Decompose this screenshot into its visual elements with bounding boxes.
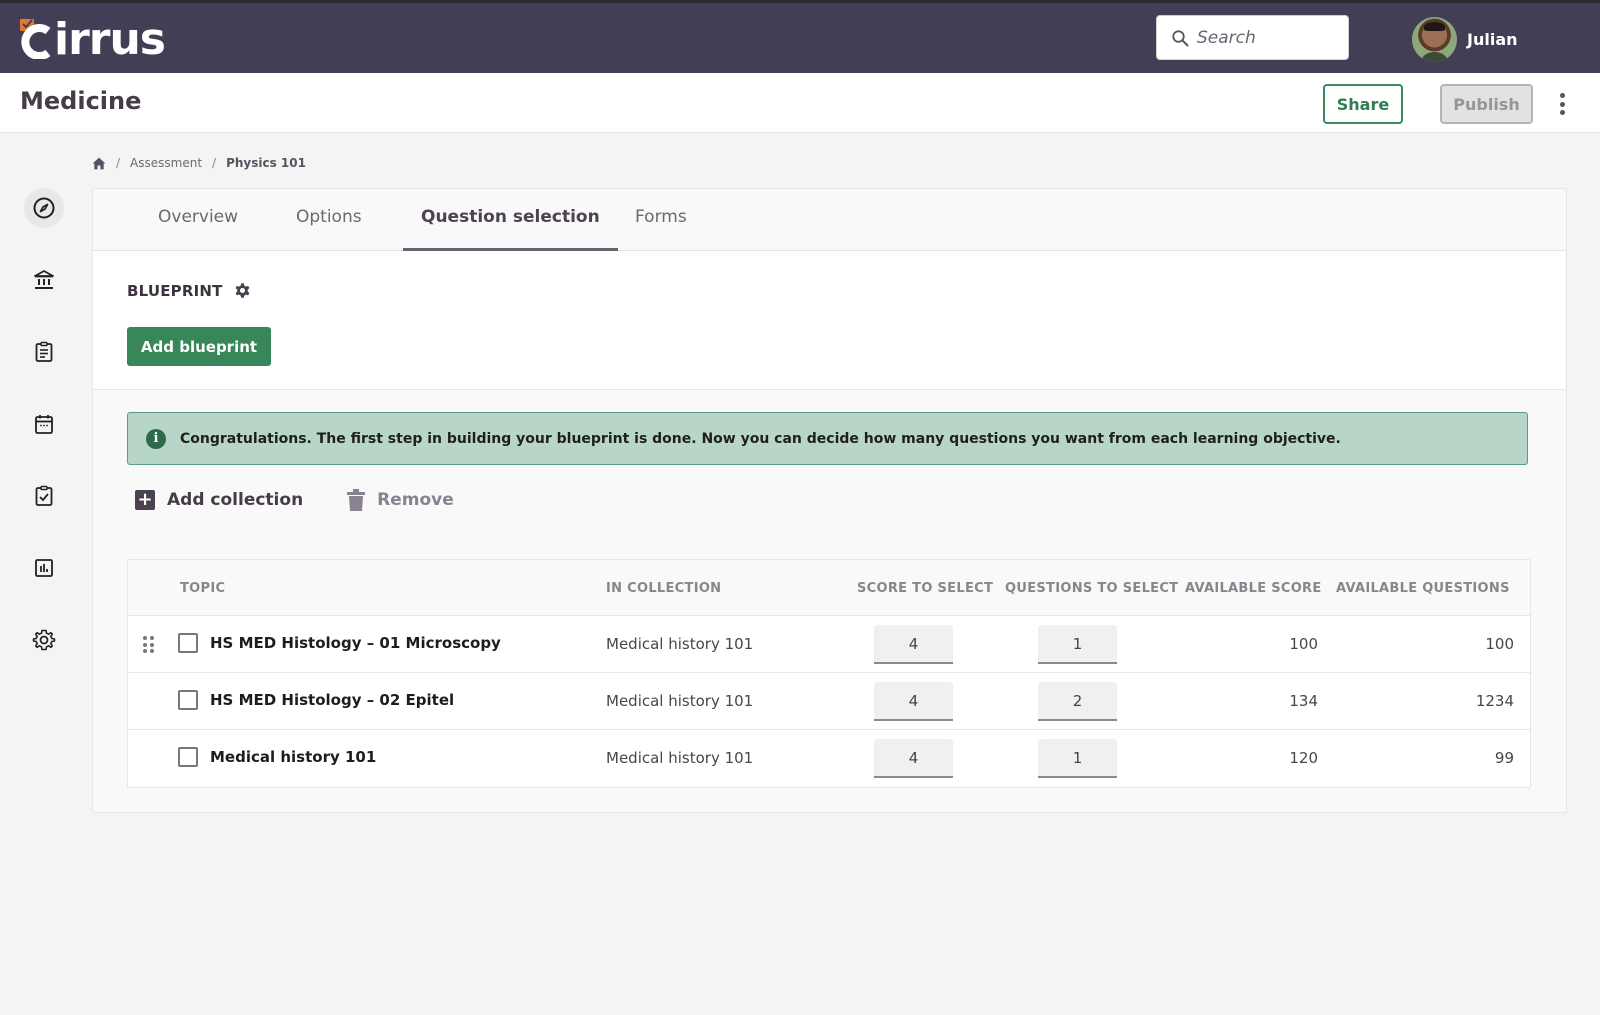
table-row: HS MED Histology – 02 Epitel Medical his…: [128, 673, 1530, 730]
blueprint-heading: BLUEPRINT: [127, 281, 252, 300]
search-icon: [1172, 29, 1189, 46]
bank-icon: [34, 270, 54, 289]
remove-button[interactable]: Remove: [347, 489, 454, 511]
row-checkbox[interactable]: [178, 633, 198, 653]
add-collection-button[interactable]: + Add collection: [135, 490, 303, 510]
gear-icon[interactable]: [233, 281, 252, 300]
search-box[interactable]: [1156, 15, 1349, 60]
cirrus-logo[interactable]: irrus: [18, 13, 198, 59]
available-score: 134: [1289, 692, 1318, 710]
info-icon: i: [146, 428, 166, 449]
column-header-score-to-select[interactable]: SCORE TO SELECT: [857, 581, 993, 596]
topic-name: Medical history 101: [210, 748, 377, 766]
calendar-icon: [35, 415, 53, 434]
sidebar-item-reviews[interactable]: [24, 476, 64, 516]
collection-name: Medical history 101: [606, 749, 754, 767]
available-questions: 100: [1485, 635, 1514, 653]
tab-overview[interactable]: Overview: [158, 207, 238, 251]
breadcrumb: / Assessment / Physics 101: [92, 156, 306, 170]
available-questions: 99: [1494, 749, 1514, 767]
tab-forms[interactable]: Forms: [635, 207, 687, 251]
clipboard-list-icon: [35, 341, 53, 362]
share-button[interactable]: Share: [1323, 84, 1403, 124]
home-icon[interactable]: [92, 157, 106, 170]
clipboard-check-icon: [35, 485, 53, 506]
topic-cell: HS MED Histology – 02 Epitel: [178, 690, 454, 710]
bar-chart-icon: [35, 559, 53, 577]
sidebar-item-reports[interactable]: [24, 548, 64, 588]
user-menu[interactable]: Julian: [1412, 17, 1518, 62]
top-navigation-bar: irrus Julian: [0, 0, 1600, 73]
topics-table: TOPIC IN COLLECTION SCORE TO SELECT QUES…: [127, 559, 1531, 788]
breadcrumb-separator: /: [116, 156, 121, 170]
row-checkbox[interactable]: [178, 690, 198, 710]
remove-label: Remove: [377, 490, 454, 510]
score-to-select-input[interactable]: [874, 682, 953, 721]
collection-name: Medical history 101: [606, 635, 754, 653]
column-header-available-score[interactable]: AVAILABLE SCORE: [1185, 581, 1322, 596]
sidebar-item-institution[interactable]: [24, 260, 64, 300]
questions-to-select-input[interactable]: [1038, 739, 1117, 778]
available-score: 100: [1289, 635, 1318, 653]
collection-name: Medical history 101: [606, 692, 754, 710]
blueprint-section: BLUEPRINT Add blueprint: [93, 251, 1566, 390]
more-options-icon[interactable]: [1555, 93, 1569, 115]
sidebar-item-explore[interactable]: [24, 188, 64, 228]
drag-handle-icon[interactable]: [143, 636, 155, 654]
row-checkbox[interactable]: [178, 747, 198, 767]
topic-name: HS MED Histology – 01 Microscopy: [210, 634, 501, 652]
alert-message: Congratulations. The first step in build…: [180, 430, 1341, 447]
breadcrumb-current: Physics 101: [226, 156, 306, 170]
compass-icon: [33, 197, 55, 219]
gear-icon: [32, 629, 56, 651]
plus-box-icon: +: [135, 490, 155, 510]
trash-icon: [347, 489, 366, 511]
tab-bar: Overview Options Question selection Form…: [93, 189, 1566, 251]
table-row: HS MED Histology – 01 Microscopy Medical…: [128, 616, 1530, 673]
score-to-select-input[interactable]: [874, 625, 953, 664]
sidebar-item-settings[interactable]: [24, 620, 64, 660]
page-title: Medicine: [20, 87, 142, 115]
tab-options[interactable]: Options: [296, 207, 362, 251]
sidebar: [0, 133, 88, 1015]
sidebar-item-assessments[interactable]: [24, 332, 64, 372]
tab-question-selection[interactable]: Question selection: [403, 207, 618, 251]
page-header: Medicine Share Publish: [0, 73, 1600, 133]
collection-actions: + Add collection Remove: [135, 489, 454, 511]
questions-to-select-input[interactable]: [1038, 682, 1117, 721]
success-alert: i Congratulations. The first step in bui…: [127, 412, 1528, 465]
column-header-available-questions[interactable]: AVAILABLE QUESTIONS: [1336, 581, 1510, 596]
available-questions: 1234: [1475, 692, 1514, 710]
table-header: TOPIC IN COLLECTION SCORE TO SELECT QUES…: [128, 560, 1530, 616]
brand-text: irrus: [54, 14, 165, 59]
column-header-in-collection[interactable]: IN COLLECTION: [606, 581, 721, 596]
questions-to-select-input[interactable]: [1038, 625, 1117, 664]
available-score: 120: [1289, 749, 1318, 767]
column-header-topic[interactable]: TOPIC: [180, 581, 225, 596]
main-panel: Overview Options Question selection Form…: [92, 188, 1567, 813]
sidebar-item-calendar[interactable]: [24, 404, 64, 444]
avatar[interactable]: [1412, 17, 1457, 62]
publish-button[interactable]: Publish: [1440, 84, 1533, 124]
add-blueprint-button[interactable]: Add blueprint: [127, 327, 271, 366]
column-header-questions-to-select[interactable]: QUESTIONS TO SELECT: [1005, 581, 1178, 596]
cirrus-logo-mark: irrus: [20, 14, 166, 59]
blueprint-label: BLUEPRINT: [127, 281, 223, 300]
search-input[interactable]: [1197, 27, 1337, 48]
score-to-select-input[interactable]: [874, 739, 953, 778]
topic-cell: HS MED Histology – 01 Microscopy: [178, 633, 501, 653]
breadcrumb-separator: /: [212, 156, 217, 170]
breadcrumb-assessment[interactable]: Assessment: [130, 156, 202, 170]
table-row: Medical history 101 Medical history 101 …: [128, 730, 1530, 787]
user-name: Julian: [1467, 30, 1518, 49]
topic-cell: Medical history 101: [178, 747, 376, 767]
add-collection-label: Add collection: [167, 490, 304, 510]
topic-name: HS MED Histology – 02 Epitel: [210, 691, 455, 709]
